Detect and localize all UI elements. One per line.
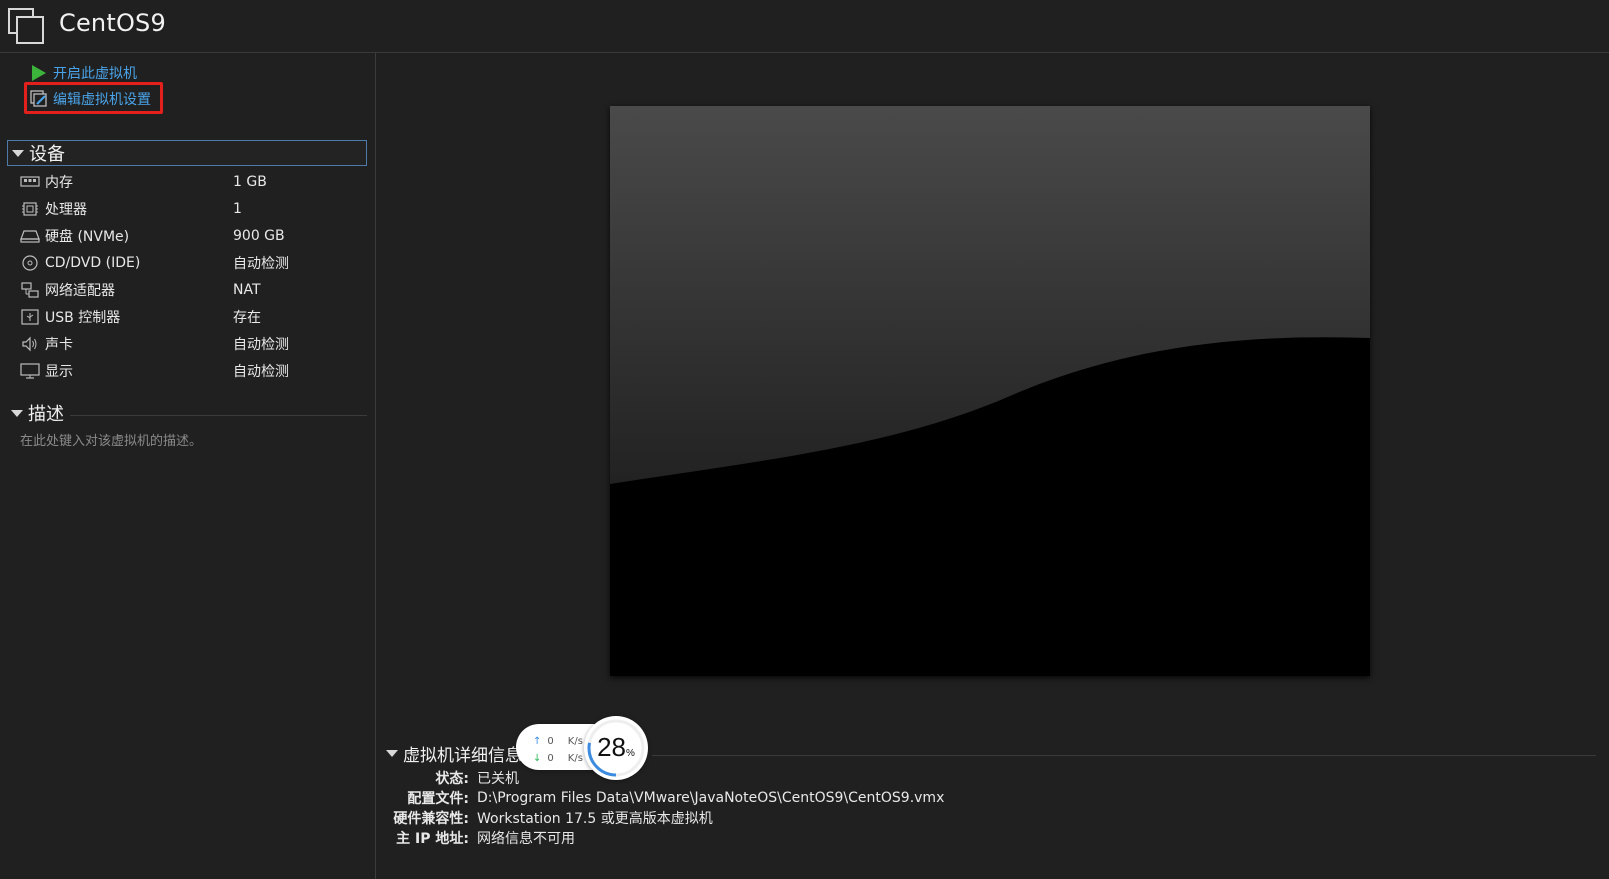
usage-gauge: 28%	[584, 716, 648, 780]
detail-label: 硬件兼容性:	[393, 811, 469, 827]
detail-row-hardware-compat: 硬件兼容性: Workstation 17.5 或更高版本虚拟机	[376, 808, 1576, 828]
device-value: NAT	[233, 281, 261, 298]
device-name: 显示	[45, 363, 73, 380]
description-header-label: 描述	[28, 404, 64, 425]
description-section-header[interactable]: 描述	[7, 400, 367, 426]
usage-percent-value: 28	[597, 732, 626, 762]
vm-icon	[8, 8, 44, 44]
device-row-processor[interactable]: 处理器 1	[20, 195, 370, 222]
vmware-workstation-window: CentOS9 开启此虚拟机 编辑虚拟机设置 设备 内存 1 GB 处理器 1 …	[0, 0, 1609, 879]
detail-label: 主 IP 地址:	[396, 831, 469, 847]
detail-label: 配置文件:	[407, 791, 469, 807]
device-value: 自动检测	[233, 336, 289, 353]
usb-controller-icon	[20, 308, 40, 325]
memory-icon	[20, 174, 40, 190]
download-speed: ↓ 0 K/s	[533, 753, 583, 764]
processor-icon	[20, 201, 40, 217]
collapse-triangle-icon	[12, 149, 24, 157]
device-name: 处理器	[45, 201, 87, 218]
devices-header-label: 设备	[29, 144, 65, 165]
device-name: 硬盘 (NVMe)	[45, 228, 130, 245]
device-row-usb-controller[interactable]: USB 控制器 存在	[20, 303, 370, 330]
device-name: USB 控制器	[45, 309, 121, 326]
sound-card-icon	[20, 336, 40, 352]
device-name: 内存	[45, 174, 73, 191]
vm-details-list: 状态: 已关机 配置文件: D:\Program Files Data\VMwa…	[376, 768, 1576, 848]
detail-row-ip-address: 主 IP 地址: 网络信息不可用	[376, 828, 1576, 848]
divider	[70, 414, 367, 416]
arrow-down-icon: ↓	[533, 753, 542, 764]
vm-screen-thumbnail[interactable]	[610, 106, 1370, 676]
vm-title: CentOS9	[59, 9, 166, 37]
device-name: CD/DVD (IDE)	[45, 254, 141, 271]
vm-details-header-label: 虚拟机详细信息	[403, 745, 522, 766]
device-row-cd-dvd[interactable]: CD/DVD (IDE) 自动检测	[20, 249, 370, 276]
device-value: 存在	[233, 309, 261, 326]
play-icon	[30, 64, 48, 82]
device-row-display[interactable]: 显示 自动检测	[20, 357, 370, 384]
detail-value: 已关机	[477, 771, 519, 787]
collapse-triangle-icon	[11, 409, 23, 417]
divider	[652, 754, 1596, 756]
collapse-triangle-icon	[386, 749, 398, 757]
device-row-memory[interactable]: 内存 1 GB	[20, 168, 370, 195]
power-on-label: 开启此虚拟机	[53, 66, 137, 82]
upload-value: 0	[547, 736, 554, 747]
edit-settings-icon	[30, 90, 48, 108]
power-on-vm-link[interactable]: 开启此虚拟机	[30, 63, 137, 83]
hard-disk-icon	[20, 228, 40, 244]
percent-sign: %	[626, 748, 635, 759]
device-value: 1 GB	[233, 173, 267, 190]
device-value: 自动检测	[233, 255, 289, 272]
edit-vm-settings-link[interactable]: 编辑虚拟机设置	[30, 89, 151, 109]
detail-value: D:\Program Files Data\VMware\JavaNoteOS\…	[477, 790, 945, 806]
edit-settings-label: 编辑虚拟机设置	[53, 92, 151, 108]
display-icon	[20, 362, 40, 379]
download-unit: K/s	[567, 753, 583, 764]
usage-percent: 28%	[584, 732, 648, 763]
device-list: 内存 1 GB 处理器 1 硬盘 (NVMe) 900 GB CD/DVD (I…	[20, 168, 370, 384]
download-value: 0	[547, 753, 554, 764]
detail-row-config-file: 配置文件: D:\Program Files Data\VMware\JavaN…	[376, 788, 1576, 808]
title-bar: CentOS9	[0, 0, 1609, 53]
device-row-network-adapter[interactable]: 网络适配器 NAT	[20, 276, 370, 303]
device-value: 自动检测	[233, 363, 289, 380]
detail-value: Workstation 17.5 或更高版本虚拟机	[477, 811, 713, 827]
device-row-hard-disk[interactable]: 硬盘 (NVMe) 900 GB	[20, 222, 370, 249]
detail-value: 网络信息不可用	[477, 831, 575, 847]
network-speed-widget[interactable]: ↑ 0 K/s ↓ 0 K/s 28%	[516, 716, 652, 780]
arrow-up-icon: ↑	[533, 736, 542, 747]
device-name: 网络适配器	[45, 282, 115, 299]
vm-summary-panel: 开启此虚拟机 编辑虚拟机设置 设备 内存 1 GB 处理器 1 硬盘 (NVMe…	[0, 53, 376, 879]
devices-section-header[interactable]: 设备	[7, 140, 367, 166]
upload-unit: K/s	[567, 736, 583, 747]
device-name: 声卡	[45, 336, 73, 353]
description-input[interactable]: 在此处键入对该虚拟机的描述。	[20, 430, 202, 449]
detail-label: 状态:	[435, 771, 469, 787]
device-value: 900 GB	[233, 227, 285, 244]
network-adapter-icon	[20, 281, 40, 298]
cd-dvd-icon	[20, 254, 40, 271]
device-value: 1	[233, 200, 242, 217]
device-row-sound-card[interactable]: 声卡 自动检测	[20, 330, 370, 357]
upload-speed: ↑ 0 K/s	[533, 736, 583, 747]
